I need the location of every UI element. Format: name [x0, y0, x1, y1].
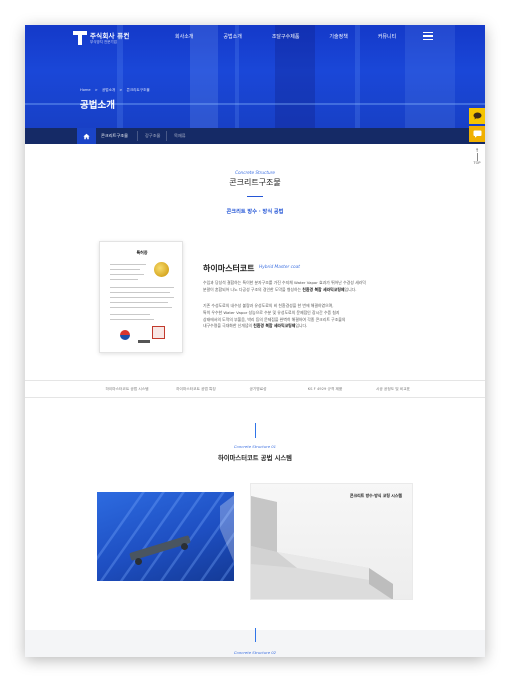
kakao-icon [473, 112, 481, 120]
arrow-up-icon: ↑ [474, 148, 480, 154]
subnav-item-concrete[interactable]: 콘크리트구조물 [101, 128, 128, 144]
tab-ks-standard[interactable]: KS F 4929 규격 제품 [290, 381, 360, 397]
nav-item-community[interactable]: 커뮤니티 [378, 33, 396, 41]
tab-clarity[interactable]: 공기명료성 [228, 381, 288, 397]
sub-navigation: 콘크리트구조물 강구조물 목재류 [25, 128, 485, 144]
chat-button[interactable] [469, 126, 485, 142]
product-description-2: 기존 수성도료의 내수성 불량과 유성도료의 비 친환경성을 한 번에 해결하였… [203, 303, 346, 329]
coating-roof-photo [97, 492, 234, 581]
signature [138, 340, 150, 343]
content-tabs: 하이마스터코트 공법 시스템 하이마스터코트 공법 특징 공기명료성 KS F … [25, 380, 485, 398]
nav-item-technology[interactable]: 기술정책 [329, 33, 347, 41]
subnav-item-wood[interactable]: 목재류 [174, 128, 186, 144]
menu-icon[interactable] [423, 32, 433, 41]
section-divider-line [255, 628, 256, 642]
breadcrumb: Home > 공법소개 > 콘크리트구조물 [80, 88, 153, 93]
logo-subtitle: 부식방지 전문기업 [90, 39, 117, 44]
gold-seal-icon [154, 262, 169, 277]
page-frame: 주식회사 퓨컨 부식방지 전문기업 회사소개 공법소개 조달구수제품 기술정책 … [25, 25, 485, 657]
product-name-en: Hybrid Master coat [259, 265, 300, 270]
tab-features[interactable]: 하이마스터코트 공법 특징 [161, 381, 231, 397]
breadcrumb-separator: > [119, 88, 123, 92]
top-label: TOP [473, 161, 481, 165]
product-name: 하이마스터코트 [203, 264, 255, 273]
intro-subtitle: 콘크리트 방수 · 방식 공법 [226, 209, 284, 215]
patent-certificate-image: 특허증 [99, 241, 183, 353]
breadcrumb-methods[interactable]: 공법소개 [102, 88, 115, 92]
nav-item-methods[interactable]: 공법소개 [223, 33, 241, 41]
main-nav: 회사소개 공법소개 조달구수제품 기술정책 커뮤니티 [175, 33, 426, 41]
kakao-talk-button[interactable] [469, 108, 485, 124]
intro-eyebrow: Concrete Structure [235, 170, 275, 175]
section-divider-line [255, 423, 256, 438]
nav-item-procurement[interactable]: 조달구수제품 [272, 33, 300, 41]
page-title: 공법소개 [80, 100, 115, 111]
breadcrumb-home[interactable]: Home [80, 88, 91, 92]
chat-bubble-icon [473, 130, 481, 138]
tab-system[interactable]: 하이마스터코트 공법 시스템 [97, 381, 157, 397]
intro-title: 콘크리트구조물 [229, 178, 281, 187]
scroll-top-button[interactable]: ↑ TOP [471, 148, 483, 166]
section2-eyebrow: Concrete Structure 01 [233, 444, 277, 449]
section3-eyebrow: Concrete Structure 02 [233, 650, 277, 655]
logo-mark-icon [73, 31, 87, 45]
product-description-1: 수입과 당성석 결합하는 특이한 분자구조를 가진 수지체 Water Vapo… [203, 280, 366, 292]
breadcrumb-current: 콘크리트구조물 [126, 88, 150, 92]
emblem-icon [120, 330, 130, 340]
stamp-icon [152, 326, 165, 339]
tab-process[interactable]: 시공 공정도 및 비교표 [358, 381, 428, 397]
home-icon[interactable] [77, 128, 96, 144]
nav-item-company[interactable]: 회사소개 [175, 33, 193, 41]
breadcrumb-separator: > [94, 88, 98, 92]
logo[interactable]: 주식회사 퓨컨 부식방지 전문기업 [73, 31, 130, 45]
diagram-caption: 콘크리트 방수·방식 코팅 시스템 [349, 493, 402, 498]
title-divider [247, 196, 263, 198]
hero-banner: 주식회사 퓨컨 부식방지 전문기업 회사소개 공법소개 조달구수제품 기술정책 … [25, 25, 485, 128]
certificate-title: 특허증 [136, 250, 148, 255]
subnav-item-steel[interactable]: 강구조물 [145, 128, 160, 144]
section2-title: 하이마스터코트 공법 시스템 [218, 455, 292, 462]
logo-name: 주식회사 퓨컨 [90, 31, 130, 40]
coating-system-diagram: 콘크리트 방수·방식 코팅 시스템 [250, 483, 413, 600]
